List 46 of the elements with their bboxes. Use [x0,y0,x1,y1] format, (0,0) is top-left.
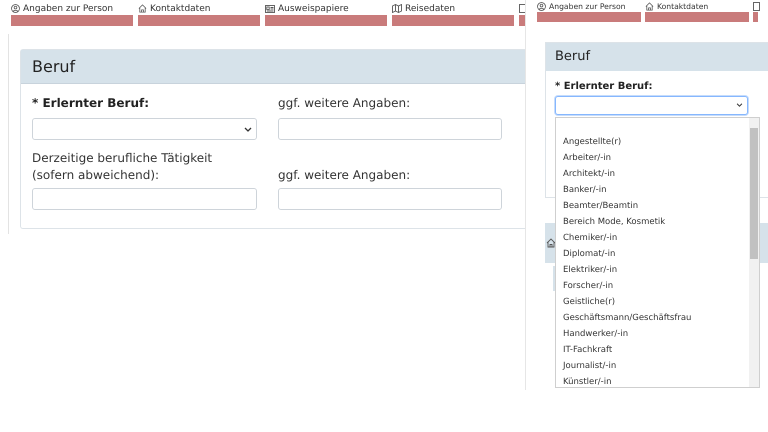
dropdown-option[interactable]: Forscher/-in [563,278,749,294]
tab-label[interactable]: Kontaktdaten [150,4,210,14]
card-title: Beruf [32,57,76,76]
chevron-down-icon [244,126,252,132]
dropdown-option[interactable]: Diplomat/-in [563,246,749,262]
card-title: Beruf [555,49,590,64]
dropdown-option[interactable]: Chemiker/-in [563,230,749,246]
dropdown-option[interactable]: Beamter/Beamtin [563,198,749,214]
person-icon [11,4,20,13]
scrollbar[interactable] [749,118,759,387]
dropdown-option[interactable]: Architekt/-in [563,166,749,182]
input-field[interactable] [32,188,257,210]
id-card-icon [265,4,275,12]
house-icon [644,2,654,12]
field-label: Derzeitige berufliche Tätigkeit (sofern abweichend): [32,150,214,184]
person-icon [537,2,546,12]
dropdown-option[interactable]: Elektriker/-in [563,262,749,278]
dropdown-option[interactable]: Bereich Mode, Kosmetik [563,214,749,230]
chevron-down-icon [736,103,743,108]
field-label: * Erlernter Beruf: [32,95,150,112]
field-label: ggf. weitere Angaben: [278,95,412,112]
house-icon [546,238,556,248]
field-label: * Erlernter Beruf: [555,80,654,92]
scrollbar-thumb[interactable] [750,128,758,259]
tab-bar[interactable] [752,12,758,22]
dropdown-option[interactable]: Banker/-in [563,182,749,198]
document-icon [519,4,525,13]
dropdown-option[interactable]: Arbeiter/-in [563,150,749,166]
house-icon [138,4,147,13]
tab-label[interactable]: Ausweispapiere [278,4,349,14]
dropdown-option[interactable]: Angestellte(r) [563,134,749,150]
map-icon [392,4,402,13]
document-icon [752,2,760,12]
select-field[interactable] [555,96,748,115]
input-field[interactable] [278,118,502,140]
tab-label[interactable]: Angaben zur Person [23,4,114,14]
dropdown-option[interactable]: Journalist/-in [563,358,749,374]
dropdown-option[interactable]: Geistliche(r) [563,294,749,310]
tab-label[interactable]: Reisedaten [405,4,456,14]
input-field[interactable] [278,188,502,210]
field-label: ggf. weitere Angaben: [278,167,412,184]
dropdown-option[interactable]: IT-Fachkraft [563,342,749,358]
dropdown-option[interactable]: Handwerker/-in [563,326,749,342]
dropdown-option[interactable]: Künstler/-in [563,374,749,390]
select-field[interactable] [32,118,257,140]
dropdown-option[interactable]: Geschäftsmann/Geschäftsfrau [563,310,749,326]
